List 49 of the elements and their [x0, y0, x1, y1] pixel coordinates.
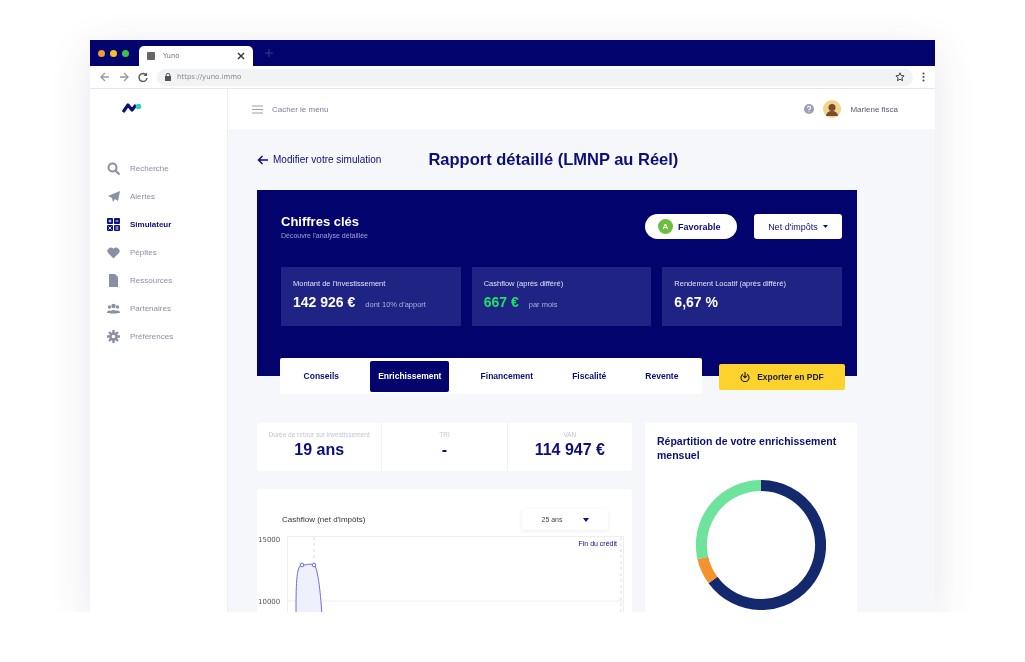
page-title: Rapport détaillé (LMNP au Réel)	[428, 150, 679, 169]
chart-title: Cashflow (net d'impôts)	[282, 515, 366, 524]
stat-value: -	[440, 441, 449, 459]
sidebar-item[interactable]: Simulateur	[107, 217, 227, 231]
document-icon	[107, 273, 120, 287]
caret-icon	[822, 225, 828, 228]
calculator-icon	[107, 217, 120, 231]
people-icon	[107, 301, 120, 315]
reload-icon[interactable]	[138, 72, 148, 82]
chart-title: Répartition de votre enrichissement mensuel	[657, 435, 838, 463]
more-icon[interactable]	[922, 72, 925, 82]
tax-dropdown[interactable]: Net d'impôts	[754, 214, 842, 239]
page-icon	[147, 52, 155, 60]
export-button[interactable]: Exporter en PDF	[719, 363, 845, 390]
heart-icon	[107, 245, 120, 259]
search-icon	[107, 161, 120, 175]
paper-plane-icon	[107, 189, 120, 203]
tab[interactable]: Financement	[472, 360, 542, 392]
back-link[interactable]: Modifier votre simulation	[257, 154, 382, 165]
back-icon[interactable]	[100, 72, 110, 82]
sidebar-item[interactable]: Ressources	[107, 273, 227, 287]
close-icon[interactable]	[237, 52, 245, 60]
stat-value: 19 ans	[293, 441, 346, 459]
sidebar-item[interactable]: Recherche	[107, 161, 227, 175]
figure-value: 142 926 €	[293, 294, 356, 310]
lock-icon	[165, 73, 171, 81]
user-name[interactable]: Marlene fisca	[850, 104, 898, 114]
star-icon[interactable]	[895, 72, 905, 82]
figure-value: 667 €	[483, 294, 519, 310]
arrow-left-icon	[257, 154, 269, 165]
rating-badge: A Favorable	[645, 214, 737, 239]
download-icon	[740, 371, 751, 382]
figure-value: 6,67 %	[674, 294, 718, 310]
tab[interactable]: Conseils	[295, 360, 347, 392]
tab[interactable]: Fiscalité	[564, 360, 615, 392]
menu-icon	[252, 104, 263, 114]
help-icon[interactable]	[804, 104, 815, 114]
sidebar-item[interactable]: Pépites	[107, 245, 227, 259]
grade-badge: A	[658, 219, 673, 234]
tab[interactable]: Enrichissement	[370, 360, 450, 392]
menu-toggle[interactable]: Cacher le menu	[252, 104, 329, 114]
tab[interactable]: Revente	[637, 360, 687, 392]
settings-icon	[107, 329, 120, 343]
avatar-icon[interactable]	[823, 100, 842, 118]
logo-icon[interactable]	[122, 103, 142, 113]
stat-value: 114 947 €	[533, 441, 606, 459]
caret-icon	[582, 517, 589, 522]
section-title: Chiffres clés	[281, 214, 361, 229]
forward-icon[interactable]	[119, 72, 129, 82]
